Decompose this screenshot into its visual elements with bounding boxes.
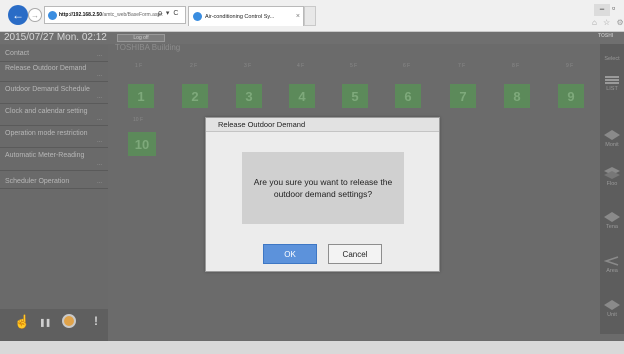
sidebar-item-release-outdoor-demand[interactable]: Release Outdoor Demand ... [0,64,108,82]
confirm-dialog: Release Outdoor Demand Are you sure you … [205,117,440,272]
more-icon: ... [96,138,102,144]
floor-label: 10 F [133,117,144,123]
sidebar-item-label: Clock and calendar setting [5,108,88,115]
floor-label: 2 F [190,63,198,69]
floor-label: 4 F [297,63,305,69]
floor-1-button[interactable]: 1 [128,84,154,108]
sidebar-item-label: Automatic Meter-Reading [5,152,85,159]
floor-5-button[interactable]: 5 [342,84,368,108]
more-icon: ... [96,72,102,78]
list-button[interactable]: LIST [600,76,624,92]
floor-2-button[interactable]: 2 [182,84,208,108]
url-host: http://192.168.2.50 [59,12,103,18]
dialog-message: Are you sure you want to release the out… [242,152,404,224]
toolbar-icons[interactable]: ⌂ ☆ ⚙ [592,18,624,27]
sidebar-item-label: Scheduler Operation [5,178,70,185]
more-icon: ... [96,116,102,122]
floor-label: 7 F [458,63,466,69]
floor-3-button[interactable]: 3 [236,84,262,108]
more-icon: ... [96,161,102,167]
more-icon: ... [96,94,102,100]
ie-icon [48,10,57,20]
unit-label: Unit [607,312,617,318]
monitor-label: Monit [605,142,619,148]
floor-label: 9 F [566,63,574,69]
sidebar-item-outdoor-demand-schedule[interactable]: Outdoor Demand Schedule ... [0,85,108,104]
new-tab-button[interactable] [304,6,316,26]
list-label: LIST [606,86,618,92]
floor-4-button[interactable]: 4 [289,84,315,108]
date-time: 2015/07/27 Mon. 02:12 [4,32,107,43]
floor-label: 8 F [512,63,520,69]
sidebar-item-clock-calendar[interactable]: Clock and calendar setting ... [0,107,108,126]
floor-label: 5 F [350,63,358,69]
floor-view-button[interactable]: Floo [600,167,624,187]
more-icon: ... [96,179,102,185]
building-name: TOSHIBA Building [115,43,181,52]
monitor-button[interactable]: Monit [600,130,624,148]
alert-icon[interactable]: ! [94,314,98,328]
sidebar-item-operation-mode[interactable]: Operation mode restriction ... [0,129,108,148]
back-icon[interactable]: ← [8,5,28,25]
floor-label: 6 F [403,63,411,69]
ok-button[interactable]: OK [263,244,317,264]
floor-label: 3 F [244,63,252,69]
brand-logo: TOSHI [598,33,614,39]
sidebar-item-contact[interactable]: Contact ... [0,45,108,62]
forward-icon[interactable]: → [28,8,42,22]
url-path: /amtc_web/BaseForm.aspx [102,12,163,18]
hand-icon[interactable]: ☝ [14,314,30,330]
sidebar-item-label: Contact [5,50,30,57]
floor-9-button[interactable]: 9 [558,84,584,108]
dialog-title: Release Outdoor Demand [206,118,439,132]
maximize-icon[interactable]: ▫ [612,3,615,13]
floor-6-button[interactable]: 6 [395,84,421,108]
minimize-icon[interactable]: − [594,4,610,16]
list-icon [605,76,619,84]
address-controls[interactable]: ρ ▾ C [158,9,179,17]
sidebar-item-label: Release Outdoor Demand [5,65,87,72]
floor-view-label: Floo [606,181,618,187]
floor-label: 1 F [135,63,143,69]
monitor-icon [604,130,620,140]
sidebar-item-label: Outdoor Demand Schedule [5,86,90,93]
tenant-label: Tena [606,224,618,230]
tab-close-icon[interactable]: × [296,13,300,20]
pause-icon[interactable]: ❚❚ [39,318,51,327]
unit-icon [604,300,620,310]
floor-icon [604,167,620,179]
ie-icon [193,12,202,21]
tenant-icon [604,212,620,222]
unit-button[interactable]: Unit [600,300,624,318]
tab-title: Air-conditioning Control Sy... [205,13,275,20]
sidebar-item-meter-reading[interactable]: Automatic Meter-Reading ... [0,151,108,171]
logout-button[interactable]: Log off [117,34,165,42]
status-bar [0,341,624,354]
area-icon [604,256,619,266]
browser-tab[interactable]: Air-conditioning Control Sy... × [188,6,304,26]
more-icon: ... [96,52,102,58]
sidebar-item-scheduler[interactable]: Scheduler Operation ... [0,174,108,189]
sun-icon[interactable] [62,314,76,328]
floor-10-button[interactable]: 10 [128,132,156,156]
tenant-button[interactable]: Tena [600,212,624,230]
sidebar-item-label: Operation mode restriction [5,130,88,137]
floor-7-button[interactable]: 7 [450,84,476,108]
floor-8-button[interactable]: 8 [504,84,530,108]
area-button[interactable]: Area [600,256,624,274]
sidebar: Contact ... Release Outdoor Demand ... O… [0,45,108,309]
select-label: Select [604,56,620,62]
area-label: Area [606,268,618,274]
cancel-button[interactable]: Cancel [328,244,382,264]
